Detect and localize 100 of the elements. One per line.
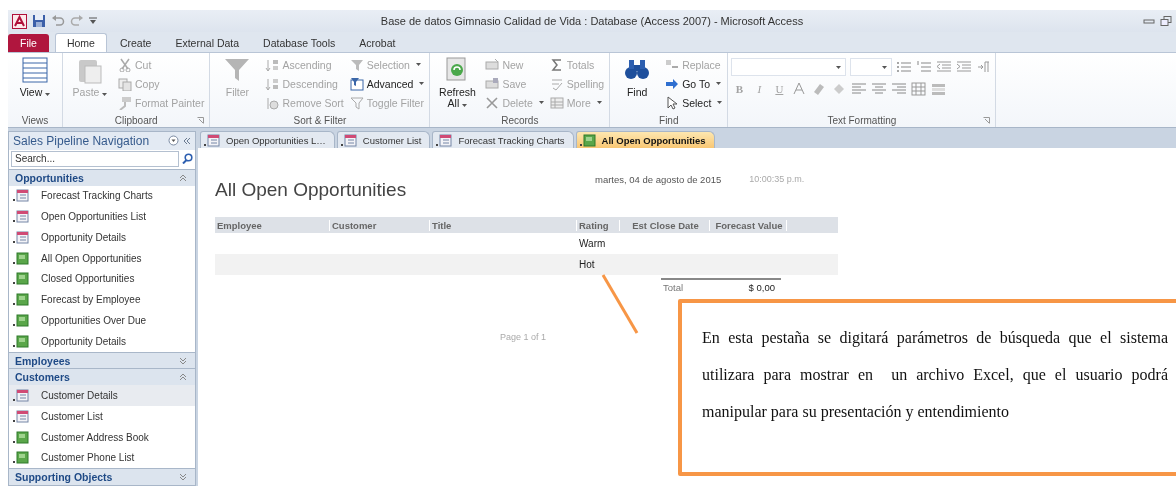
expand-icon [179, 473, 187, 482]
report-icon [13, 430, 29, 444]
form-icon [13, 409, 29, 423]
align-left-icon [851, 82, 868, 96]
nav-group-header[interactable]: Customers [9, 368, 195, 386]
expand-icon [179, 356, 187, 365]
customize-menu-icon [89, 17, 97, 25]
nav-item[interactable]: Opportunity Details [9, 227, 195, 248]
column-header: Title [430, 219, 577, 231]
nav-item[interactable]: Forecast Tracking Charts [9, 185, 195, 207]
command-icon [549, 57, 564, 72]
caret-icon [717, 101, 723, 104]
dialog-launcher-icon [983, 117, 991, 124]
search-icon [182, 153, 193, 165]
total-value: $ 0,00 [748, 281, 776, 293]
nav-item[interactable]: Customer List [9, 405, 195, 427]
form-icon [13, 189, 29, 203]
group-label: Clipboard [114, 115, 158, 126]
command-icon [665, 76, 680, 91]
document-tab[interactable]: Customer List [336, 131, 431, 148]
nav-item[interactable]: Customer Address Book [9, 426, 195, 448]
document-tab[interactable]: Open Opportunities L… [200, 131, 335, 148]
ribbon-tab[interactable]: Create [108, 34, 163, 52]
caret-icon [882, 65, 888, 69]
command-icon [665, 95, 680, 110]
column-header: Employee [215, 219, 330, 231]
command-icon [265, 95, 280, 110]
undo-icon [51, 15, 65, 27]
caret-icon [538, 101, 544, 104]
group-label: Text Formatting [827, 115, 897, 126]
nav-item[interactable]: All Open Opportunities [9, 247, 195, 269]
column-header: Rating [577, 219, 620, 231]
file-tab[interactable]: File [8, 34, 49, 52]
ribbon-tab[interactable]: Home [54, 33, 107, 52]
ribbon-button[interactable]: Advanced [349, 75, 427, 92]
group-label: Views [21, 115, 49, 126]
report-icon [13, 313, 29, 327]
command-icon [118, 95, 132, 110]
ribbon-tab[interactable]: External Data [164, 34, 251, 52]
command-icon [21, 56, 49, 84]
gridlines-icon [911, 82, 928, 96]
report-icon [13, 293, 29, 307]
caret-icon [419, 82, 425, 85]
app-icon [12, 13, 27, 29]
alternate-row-color-icon [931, 82, 948, 96]
nav-item[interactable]: Customer Details [9, 385, 195, 406]
caret-icon [596, 101, 602, 104]
report-date: martes, 04 de agosto de 2015 [595, 174, 722, 185]
column-header: Customer [330, 219, 430, 231]
ribbon-tab[interactable]: Acrobat [348, 34, 407, 52]
report-icon [13, 451, 29, 465]
page-number: Page 1 of 1 [500, 332, 547, 342]
nav-item[interactable]: Closed Opportunities [9, 268, 195, 290]
ribbon-button[interactable]: View [11, 56, 59, 114]
pane-menu-icon [168, 135, 179, 147]
caret-icon [462, 104, 468, 107]
caret-icon [45, 93, 51, 96]
save-icon [32, 14, 46, 28]
caret-icon [102, 93, 108, 96]
command-icon [349, 76, 364, 91]
nav-item[interactable]: Opportunities Over Due [9, 310, 195, 331]
dialog-launcher-icon [197, 117, 205, 124]
ribbon-tab[interactable]: Database Tools [252, 34, 347, 52]
column-header: Est Close Date [620, 219, 710, 231]
command-icon [223, 56, 252, 84]
font-size-field[interactable] [850, 58, 893, 76]
redo-icon [70, 15, 84, 27]
nav-item[interactable]: Opportunity Details [9, 330, 195, 352]
nav-group-header[interactable]: Supporting Objects [9, 468, 195, 485]
nav-group-header[interactable]: Employees [9, 351, 195, 369]
column-header: Forecast Value [710, 219, 787, 231]
nav-group-header[interactable]: Opportunities [9, 168, 195, 186]
command-icon [118, 57, 132, 72]
ribbon-button[interactable]: Go To [665, 75, 725, 92]
collapse-pane-icon [183, 136, 191, 145]
ribbon-button[interactable]: Find [613, 56, 662, 114]
collapse-icon [179, 373, 187, 382]
callout-text: En esta pestaña se digitará parámetros de búsqueda que el sistema utilizara para mostrar en un archivo Excel, que el usuario podrá manipular para su presentación y entendimiento [702, 328, 1168, 423]
command-icon [265, 76, 280, 91]
command-icon [349, 95, 364, 110]
font-name-field[interactable] [731, 58, 847, 76]
table-cell-text: Warm [578, 238, 606, 249]
pane-title: Sales Pipeline Navigation [13, 133, 151, 148]
document-tab[interactable]: All Open Opportunities [575, 131, 715, 148]
bullets-icon [896, 60, 913, 74]
window-title: Base de datos Gimnasio Calidad de Vida : Database (Access 2007) - Microsoft Access [379, 15, 805, 27]
nav-item[interactable]: Customer Phone List [9, 447, 195, 469]
caret-icon [716, 82, 721, 85]
increase-indent-icon [956, 60, 973, 74]
search-field[interactable]: Search... [11, 150, 179, 167]
minimize-icon [1143, 16, 1155, 26]
nav-item[interactable]: Open Opportunities List [9, 206, 195, 228]
align-right-icon [891, 82, 908, 96]
ribbon-button[interactable]: Refresh All [433, 56, 482, 114]
form-icon [13, 210, 29, 224]
nav-item[interactable]: Forecast by Employee [9, 289, 195, 311]
ribbon-button[interactable]: Select [665, 94, 725, 111]
group-label: Records [501, 115, 539, 126]
numbering-icon [916, 60, 933, 74]
document-tab[interactable]: Forecast Tracking Charts [432, 131, 574, 148]
